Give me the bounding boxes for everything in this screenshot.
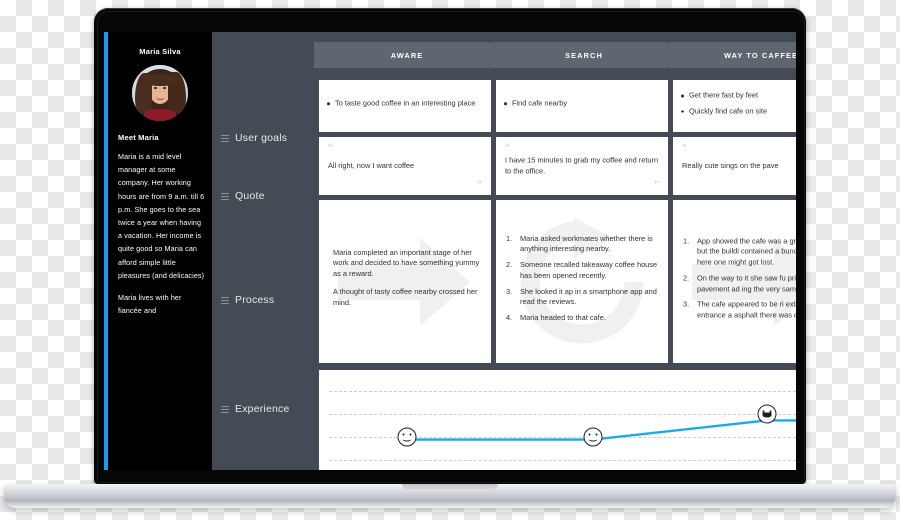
persona-sidebar: Maria Silva Meet Maria Maria is a mid le… (108, 32, 212, 470)
stage-tab-label: WAY TO CAFFEE (723, 50, 796, 60)
list-item-text: On the way to it she saw fu prints on th… (697, 273, 796, 294)
list-item-text: She looked it ap in a smartphone app and… (520, 286, 657, 307)
list-item: 3. She looked it ap in a smartphone app a… (506, 286, 657, 307)
stage-tab-aware[interactable]: AWARE (314, 42, 500, 68)
persona-name: Maria Silva (139, 47, 181, 56)
list-item-text: The cafe appeared to be ri ext to the ma… (697, 300, 796, 320)
drag-handle-icon[interactable] (221, 133, 229, 144)
experience-marker-smile[interactable] (583, 427, 603, 447)
list-item: Quickly find cafe on site (681, 106, 796, 117)
list-item: 2.On the way to it she saw fu prints on … (683, 273, 796, 296)
list-item: Get there fast by feet (681, 91, 796, 102)
drag-handle-icon[interactable] (221, 404, 229, 415)
list-item-text: Maria headed to that cafe. (520, 313, 606, 323)
quote-text: Really cute sings on the pave (682, 160, 779, 170)
list-item: Find cafe nearby (504, 98, 660, 109)
row-label-column: User goals Quote Process Experience (212, 32, 314, 470)
list-item: To taste good coffee in an interesting p… (327, 98, 483, 109)
process-card[interactable]: Maria completed an important stage of he… (319, 200, 491, 363)
row-label-experience[interactable]: Experience (221, 403, 290, 415)
list-item: 4. Maria headed to that cafe. (506, 313, 606, 323)
row-label-user-goals[interactable]: User goals (221, 132, 287, 144)
process-card[interactable]: 1. Maria asked workmates whether there is… (496, 200, 668, 363)
quote-text: I have 15 minutes to grab my coffee and … (505, 155, 659, 176)
user-goals-list: Find cafe nearby (496, 98, 668, 109)
user-goals-card[interactable]: To taste good coffee in an interesting p… (319, 80, 491, 132)
quote-open-icon: “ (505, 142, 510, 154)
row-label-quote[interactable]: Quote (221, 190, 265, 202)
process-card[interactable]: 1.App showed the cafe was a ground floor… (673, 200, 796, 363)
list-item-text: App showed the cafe was a ground floor b… (697, 236, 796, 267)
experience-chart-card[interactable] (319, 370, 796, 470)
row-label-text: Experience (235, 403, 290, 415)
list-item: 1.App showed the cafe was a ground floor… (683, 236, 796, 268)
persona-bio-paragraph: Maria lives with her fiancée and (118, 293, 182, 316)
stage-tab-search[interactable]: SEARCH (491, 42, 677, 68)
process-ordered-list: 1.App showed the cafe was a ground floor… (673, 236, 796, 322)
list-item: 2. Someone recalled takeaway coffee house… (506, 260, 658, 281)
list-item-text: Someone recalled takeaway coffee house h… (520, 260, 658, 281)
drag-handle-icon[interactable] (221, 191, 229, 202)
user-goals-list: Get there fast by feet Quickly find cafe… (673, 91, 796, 117)
avatar (132, 65, 188, 121)
list-item-text: Maria asked workmates whether there is a… (520, 233, 653, 254)
quote-card[interactable]: “ I have 15 minutes to grab my coffee an… (496, 137, 668, 195)
row-label-process[interactable]: Process (221, 294, 274, 306)
laptop-mockup: Maria Silva Meet Maria Maria is a mid le… (0, 0, 900, 520)
user-goals-list: To taste good coffee in an interesting p… (319, 98, 491, 109)
row-label-text: Process (235, 294, 275, 306)
quote-card[interactable]: “ All right, now I want coffee ” (319, 137, 491, 195)
stage-tab-label: AWARE (390, 50, 424, 60)
quote-close-icon: ” (477, 179, 482, 191)
process-ordered-list: 1. Maria asked workmates whether there is… (496, 234, 668, 325)
laptop-base-notch (402, 484, 498, 491)
meet-persona-title: Meet Maria (118, 133, 159, 142)
experience-marker-smile[interactable] (397, 427, 417, 447)
experience-line (407, 419, 796, 441)
screen-content: Maria Silva Meet Maria Maria is a mid le… (104, 32, 796, 470)
row-label-text: Quote (235, 190, 265, 202)
list-item: 3.The cafe appeared to be ri ext to the … (683, 300, 796, 322)
list-item: 1. Maria asked workmates whether there is… (506, 233, 653, 254)
experience-marker-grin[interactable] (757, 404, 777, 424)
drag-handle-icon[interactable] (221, 295, 229, 306)
row-label-text: User goals (235, 132, 288, 144)
quote-card[interactable]: “ Really cute sings on the pave ” (673, 137, 796, 195)
quote-open-icon: “ (328, 142, 333, 154)
stage-tab-label: SEARCH (565, 50, 603, 60)
user-goals-card[interactable]: Find cafe nearby (496, 80, 668, 132)
quote-close-icon: ” (654, 179, 659, 191)
stage-header-row: AWARE SEARCH WAY TO CAFFEE (314, 42, 796, 68)
quote-text: All right, now I want coffee (328, 160, 415, 170)
persona-bio-paragraph: Maria is a mid level manager at some com… (118, 152, 205, 280)
stage-tab-way-to-caffee[interactable]: WAY TO CAFFEE (668, 42, 796, 68)
user-goals-card[interactable]: Get there fast by feet Quickly find cafe… (673, 80, 796, 132)
process-paragraph: Maria completed an important stage of he… (333, 247, 480, 279)
quote-open-icon: “ (682, 142, 687, 154)
process-paragraph: A thought of tasty coffee nearby crossed… (333, 286, 478, 307)
